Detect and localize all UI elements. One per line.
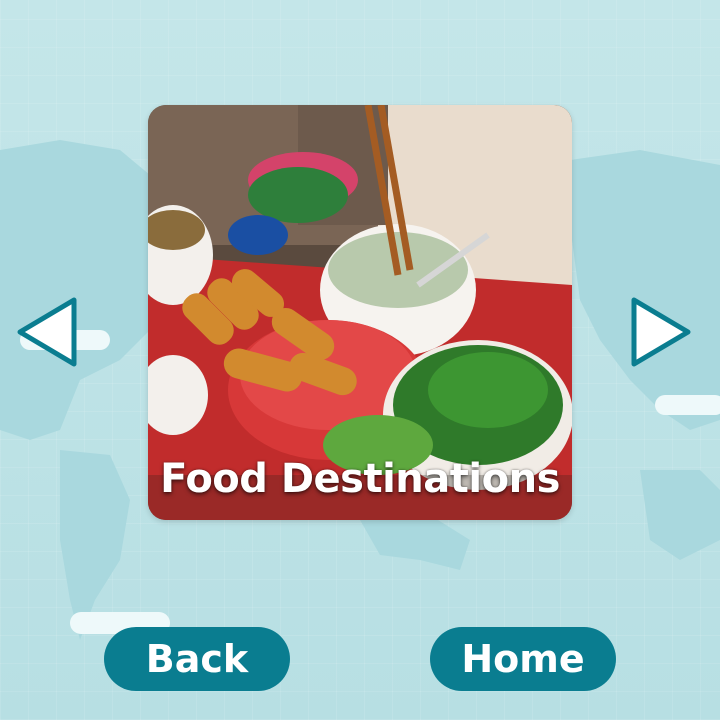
next-arrow-button[interactable] [626,294,696,370]
back-button[interactable]: Back [104,627,290,691]
home-button[interactable]: Home [430,627,616,691]
food-destinations-card[interactable]: Food Destinations [148,105,572,520]
triangle-right-icon [631,297,691,367]
previous-arrow-button[interactable] [12,294,82,370]
card-title: Food Destinations [160,456,560,502]
triangle-left-icon [17,297,77,367]
